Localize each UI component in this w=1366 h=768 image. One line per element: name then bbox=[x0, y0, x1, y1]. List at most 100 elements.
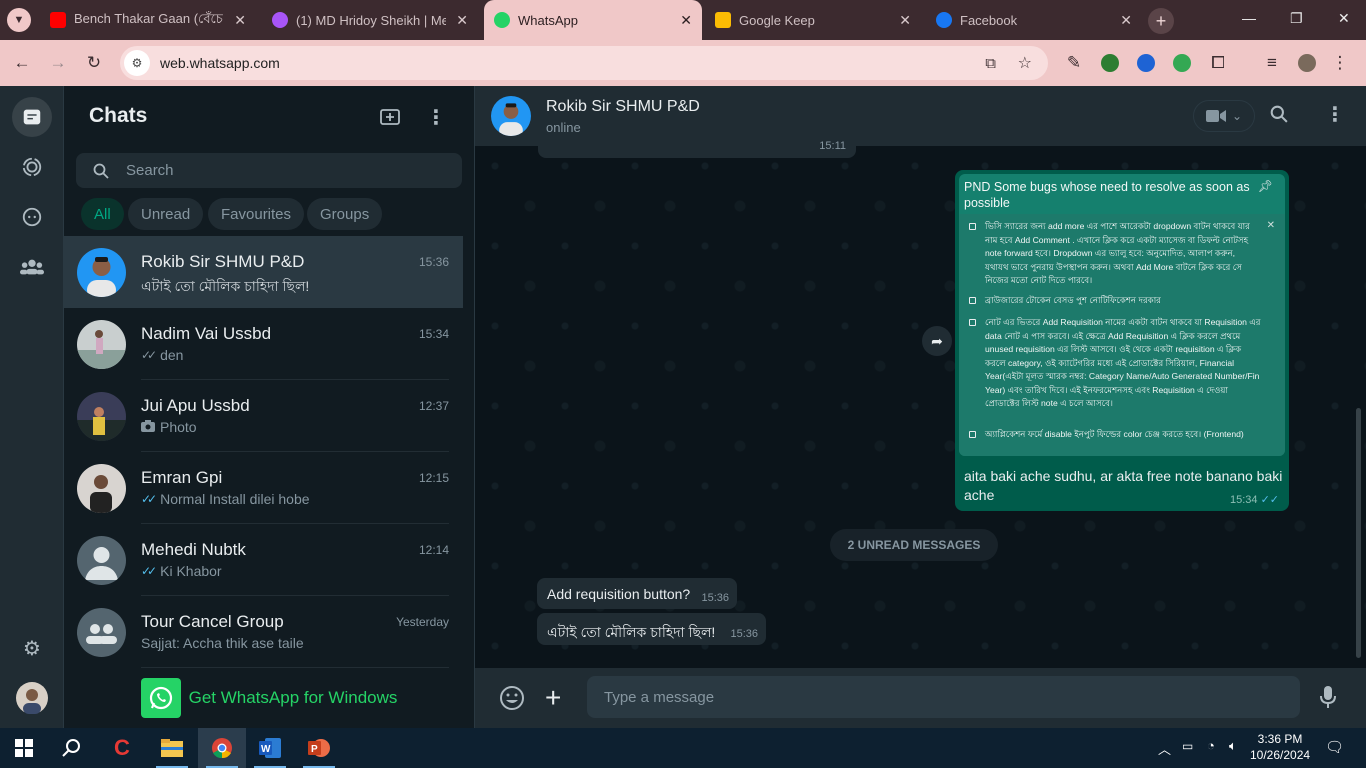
chat-name: Jui Apu Ussbd bbox=[141, 396, 250, 415]
checklist-item: ব্রাউজারের টোকেন বেসড পুশ নোটিফিকেশন দরক… bbox=[969, 294, 1269, 308]
chats-icon[interactable] bbox=[12, 97, 52, 137]
conversation-scrollbar[interactable] bbox=[1356, 408, 1361, 658]
forward-icon[interactable]: ➦ bbox=[922, 326, 952, 356]
close-tab-icon[interactable]: ✕ bbox=[456, 12, 468, 29]
filter-favourites-chip[interactable]: Favourites bbox=[208, 198, 305, 230]
checkbox-icon bbox=[969, 297, 976, 304]
status-icon[interactable] bbox=[12, 147, 52, 187]
contact-avatar[interactable] bbox=[491, 96, 531, 136]
volume-icon[interactable]: 🔈︎ bbox=[1229, 738, 1237, 754]
close-tab-icon[interactable]: ✕ bbox=[899, 12, 911, 29]
back-icon[interactable]: ← bbox=[12, 53, 32, 73]
get-app-promo[interactable]: Get WhatsApp for Windows bbox=[64, 668, 474, 728]
whatsapp-icon bbox=[494, 12, 510, 28]
avatar bbox=[77, 391, 126, 441]
notifications-icon[interactable]: 🗨︎ bbox=[1325, 738, 1344, 756]
chat-preview: den bbox=[160, 347, 184, 363]
wifi-icon[interactable]: ◔ bbox=[1207, 738, 1215, 753]
avatar bbox=[77, 247, 126, 297]
taskbar-clock[interactable]: 3:36 PM 10/26/2024 bbox=[1250, 731, 1310, 763]
search-icon[interactable] bbox=[1270, 105, 1288, 128]
browser-tab-whatsapp[interactable]: WhatsApp ✕ bbox=[484, 0, 702, 40]
browser-tab-google-keep[interactable]: Google Keep ✕ bbox=[705, 5, 921, 35]
video-call-button[interactable]: ⌄ bbox=[1193, 100, 1255, 132]
minimize-icon[interactable]: — bbox=[1242, 10, 1256, 26]
close-tab-icon[interactable]: ✕ bbox=[234, 12, 246, 29]
incoming-message-bubble[interactable]: এটাই তো মৌলিক চাহিদা ছিল! 15:36 bbox=[537, 613, 766, 645]
promo-text: Get WhatsApp for Windows bbox=[188, 688, 398, 707]
tab-search-button[interactable]: ▼ bbox=[7, 8, 31, 32]
previous-message-bubble[interactable]: 15:11 bbox=[538, 140, 856, 158]
file-explorer-icon[interactable] bbox=[148, 728, 196, 768]
filter-groups-chip[interactable]: Groups bbox=[307, 198, 383, 230]
checklist-item: ভিসি স্যারের জন্য add more এর পাশে আরেকট… bbox=[969, 220, 1251, 288]
chat-preview: এটাই তো মৌলিক চাহিদা ছিল! bbox=[141, 278, 310, 294]
chat-row[interactable]: Emran Gpi 12:15 ✓✓ Normal Install dilei h… bbox=[64, 452, 463, 524]
settings-gear-icon[interactable]: ⚙ bbox=[12, 628, 52, 668]
clock-date: 10/26/2024 bbox=[1250, 748, 1311, 762]
browser-tab-messenger[interactable]: (1) MD Hridoy Sheikh | Mess ✕ bbox=[262, 5, 478, 35]
new-chat-icon[interactable] bbox=[380, 107, 400, 132]
google-keep-icon bbox=[715, 12, 731, 28]
chat-row[interactable]: Mehedi Nubtk 12:14 ✓✓ Ki Khabor bbox=[64, 524, 463, 596]
outgoing-message-bubble[interactable]: PND Some bugs whose need to resolve as s… bbox=[955, 170, 1289, 511]
emoji-icon[interactable] bbox=[499, 685, 525, 716]
install-app-icon[interactable]: ⧉ bbox=[985, 55, 996, 72]
forward-icon[interactable]: → bbox=[48, 53, 68, 73]
chat-row[interactable]: Jui Apu Ussbd 12:37 Photo bbox=[64, 380, 463, 452]
chat-name: Nadim Vai Ussbd bbox=[141, 324, 272, 343]
search-bar bbox=[76, 153, 462, 188]
channels-icon[interactable] bbox=[12, 197, 52, 237]
extensions-puzzle-icon[interactable]: ⧠ bbox=[1208, 53, 1228, 73]
chat-list-panel: Chats ⋮ All Unread Favourites Groups Rok… bbox=[64, 86, 534, 728]
close-tab-icon[interactable]: ✕ bbox=[680, 12, 692, 29]
chat-row[interactable]: Rokib Sir SHMU P&D 15:36 এটাই তো মৌলিক চ… bbox=[64, 236, 463, 308]
ccleaner-icon[interactable]: C bbox=[98, 728, 146, 768]
browser-menu-icon[interactable]: ⋮ bbox=[1330, 53, 1350, 73]
powerpoint-icon[interactable]: P bbox=[295, 728, 343, 768]
reload-icon[interactable]: ↻ bbox=[84, 53, 104, 73]
chat-row[interactable]: Tour Cancel Group Yesterday Sajjat: Acch… bbox=[64, 596, 463, 668]
panel-title: Chats bbox=[89, 104, 148, 127]
conversation-header[interactable]: Rokib Sir SHMU P&D online ⌄ ⋮ bbox=[475, 86, 1366, 146]
chat-row[interactable]: Nadim Vai Ussbd 15:34 ✓✓ den bbox=[64, 308, 463, 380]
profile-avatar[interactable] bbox=[1298, 54, 1316, 72]
restore-icon[interactable]: ❐ bbox=[1290, 10, 1303, 27]
word-icon[interactable]: W bbox=[246, 728, 294, 768]
menu-kebab-icon[interactable]: ⋮ bbox=[1325, 102, 1345, 127]
extension-icon[interactable] bbox=[1137, 54, 1155, 72]
extension-icon[interactable] bbox=[1101, 54, 1119, 72]
communities-icon[interactable] bbox=[12, 247, 52, 287]
media-control-icon[interactable]: ≡ bbox=[1262, 53, 1282, 73]
windows-start-icon[interactable] bbox=[0, 728, 48, 768]
close-tab-icon[interactable]: ✕ bbox=[1120, 12, 1132, 29]
search-input[interactable] bbox=[126, 162, 426, 179]
chat-time: 12:14 bbox=[418, 543, 449, 557]
message-time: 15:11 bbox=[819, 140, 846, 152]
shield-extension-icon[interactable] bbox=[1173, 54, 1191, 72]
incoming-message-bubble[interactable]: Add requisition button? 15:36 bbox=[537, 578, 737, 609]
chevron-up-icon[interactable]: ︿ bbox=[1158, 739, 1171, 758]
bookmark-star-icon[interactable]: ☆ bbox=[1018, 53, 1032, 73]
window-close-icon[interactable]: ✕ bbox=[1338, 10, 1350, 27]
menu-kebab-icon[interactable]: ⋮ bbox=[426, 105, 446, 130]
filter-all-chip[interactable]: All bbox=[81, 198, 124, 230]
filter-unread-chip[interactable]: Unread bbox=[128, 198, 204, 230]
checkbox-icon bbox=[969, 223, 976, 230]
battery-icon[interactable]: ▭ bbox=[1182, 739, 1193, 753]
microphone-icon[interactable] bbox=[1319, 685, 1337, 714]
site-info-icon[interactable]: ⚙ bbox=[124, 50, 150, 76]
pen-extension-icon[interactable]: ✎ bbox=[1064, 53, 1084, 73]
browser-tab-youtube[interactable]: Bench Thakar Gaan (বেঁচে থা ✕ bbox=[40, 5, 256, 35]
browser-tab-bar: ▼ Bench Thakar Gaan (বেঁচে থা ✕ (1) MD H… bbox=[0, 0, 1366, 40]
new-tab-button[interactable]: + bbox=[1148, 8, 1174, 34]
google-keep-note-card[interactable]: PND Some bugs whose need to resolve as s… bbox=[959, 174, 1285, 456]
unread-messages-divider: 2 UNREAD MESSAGES bbox=[830, 529, 998, 561]
browser-tab-facebook[interactable]: Facebook ✕ bbox=[926, 5, 1142, 35]
message-input[interactable] bbox=[587, 676, 1300, 718]
my-profile-avatar[interactable] bbox=[12, 678, 52, 718]
chrome-icon[interactable] bbox=[198, 728, 246, 768]
address-bar[interactable]: ⚙ web.whatsapp.com ⧉ ☆ bbox=[120, 46, 1048, 80]
search-icon[interactable] bbox=[48, 728, 96, 768]
attach-plus-icon[interactable]: + bbox=[545, 684, 561, 712]
